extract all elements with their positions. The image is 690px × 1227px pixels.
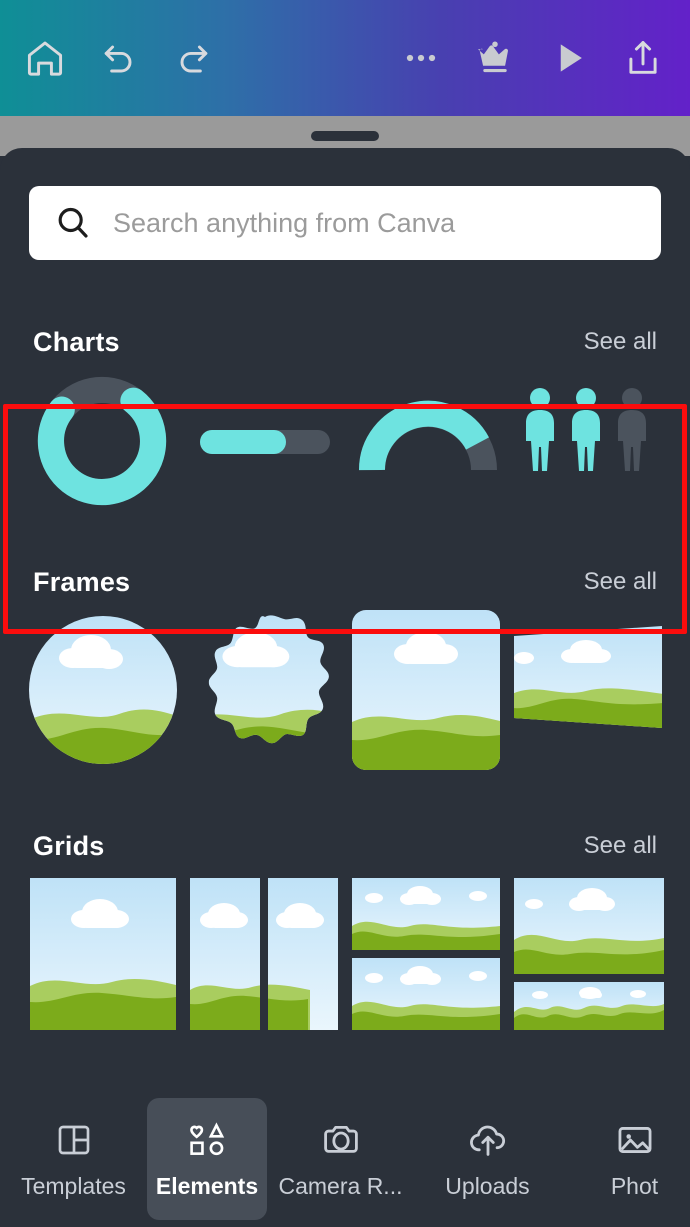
- nav-item-camera-roll[interactable]: Camera R...: [267, 1098, 414, 1220]
- nav-label: Templates: [21, 1173, 126, 1199]
- section-title: Grids: [33, 830, 105, 861]
- progress-bar-chart[interactable]: [200, 426, 330, 463]
- section-frames: Frames See all: [0, 554, 690, 788]
- nav-label: Phot: [610, 1173, 659, 1199]
- frames-item-row: [0, 610, 690, 785]
- editor-top-bar: [0, 0, 690, 116]
- crown-icon[interactable]: [458, 21, 532, 95]
- donut-chart[interactable]: [33, 372, 171, 515]
- nav-label: Elements: [155, 1173, 259, 1199]
- share-icon[interactable]: [606, 21, 680, 95]
- frame-rounded-rect[interactable]: [352, 610, 500, 775]
- section-charts: Charts See all: [0, 314, 690, 542]
- search-bar[interactable]: [29, 186, 661, 260]
- frame-scalloped[interactable]: [189, 614, 341, 771]
- frame-circle[interactable]: [29, 616, 177, 769]
- section-header-grids: Grids See all: [0, 818, 690, 874]
- frame-perspective[interactable]: [512, 624, 664, 749]
- more-options-icon[interactable]: [384, 21, 458, 95]
- grid-two-row[interactable]: [352, 878, 500, 1035]
- see-all-frames-link[interactable]: See all: [584, 568, 657, 596]
- gauge-chart[interactable]: [358, 392, 498, 481]
- elements-panel: Charts See all: [0, 148, 690, 1227]
- uploads-icon: [467, 1117, 509, 1163]
- section-header-charts: Charts See all: [0, 314, 690, 370]
- search-input[interactable]: [113, 198, 633, 248]
- section-grids: Grids See all: [0, 818, 690, 1068]
- charts-item-row: [0, 370, 690, 535]
- see-all-grids-link[interactable]: See all: [584, 832, 657, 860]
- home-icon[interactable]: [8, 21, 82, 95]
- sheet-drag-handle[interactable]: [311, 131, 379, 141]
- canva-elements-screen: Charts See all: [0, 0, 690, 1227]
- section-header-frames: Frames See all: [0, 554, 690, 610]
- section-title: Charts: [33, 326, 120, 357]
- undo-icon[interactable]: [82, 21, 156, 95]
- camera-roll-icon: [320, 1117, 362, 1163]
- nav-label: Camera R...: [278, 1173, 403, 1199]
- section-title: Frames: [33, 566, 131, 597]
- redo-icon[interactable]: [156, 21, 230, 95]
- grid-single[interactable]: [30, 878, 176, 1035]
- nav-item-elements[interactable]: Elements: [147, 1097, 267, 1220]
- nav-label: Uploads: [445, 1173, 530, 1199]
- photos-icon: [614, 1117, 656, 1163]
- nav-item-uploads[interactable]: Uploads: [414, 1098, 561, 1220]
- elements-icon: [186, 1117, 228, 1163]
- pictogram-chart[interactable]: [518, 384, 658, 489]
- grid-uneven-row[interactable]: [514, 878, 664, 1035]
- bottom-navigation: Templates Elements Camera R... Uploads P…: [0, 1090, 690, 1227]
- see-all-charts-link[interactable]: See all: [584, 328, 657, 356]
- nav-item-templates[interactable]: Templates: [0, 1098, 147, 1220]
- search-icon: [53, 203, 93, 243]
- nav-item-photos[interactable]: Phot: [561, 1098, 690, 1220]
- grids-item-row: [0, 874, 690, 1049]
- play-icon[interactable]: [532, 21, 606, 95]
- templates-icon: [54, 1117, 94, 1163]
- grid-two-column[interactable]: [190, 878, 338, 1035]
